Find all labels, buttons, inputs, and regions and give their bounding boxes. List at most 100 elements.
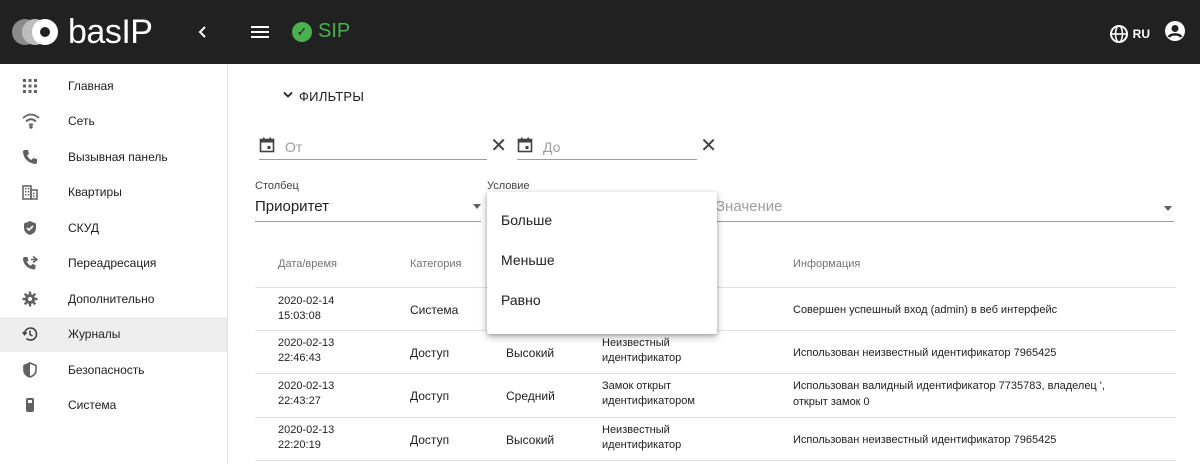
language-code: RU [1132, 26, 1150, 41]
cell-event: Неизвестный [602, 424, 670, 436]
account-button[interactable] [1164, 20, 1186, 47]
account-circle-icon [1165, 21, 1185, 41]
column-header-datetime[interactable]: Дата/время [278, 258, 337, 270]
filters-toggle[interactable]: ФИЛЬТРЫ [283, 89, 364, 104]
sidebar-item-network[interactable]: Сеть [0, 104, 227, 140]
sip-status-label: SIP [318, 20, 351, 42]
top-app-bar: basIP ✓ SIP RU [0, 0, 1200, 64]
cell-priority: Средний [506, 389, 555, 403]
cell-info: Использован неизвестный идентификатор 79… [793, 347, 1057, 359]
condition-option-equal[interactable]: Равно [487, 280, 717, 320]
sidebar-item-apartments[interactable]: Квартиры [0, 175, 227, 211]
sidebar-item-label: Переадресация [68, 256, 157, 271]
building-icon [22, 185, 38, 200]
cell-event: Замок открыт [602, 380, 672, 392]
sidebar-item-additional[interactable]: Дополнительно [0, 281, 227, 317]
column-header-info[interactable]: Информация [793, 258, 860, 270]
value-input[interactable]: Значение [716, 194, 1174, 222]
table-row[interactable]: 2020-02-13 22:46:43 Доступ Высокий Неизв… [255, 331, 1176, 374]
sidebar-item-call-forwarding[interactable]: Переадресация [0, 246, 227, 282]
device-icon [26, 398, 34, 413]
sidebar-item-access-control[interactable]: СКУД [0, 210, 227, 246]
column-select-value: Приоритет [255, 198, 329, 215]
sidebar: Главная Сеть Вызывная панель Квартиры СК… [0, 64, 228, 464]
wifi-icon [22, 113, 40, 129]
cell-info: Использован валидный идентификатор 77357… [793, 380, 1105, 392]
sidebar-item-label: Главная [68, 78, 114, 93]
cell-date: 2020-02-13 [278, 337, 335, 349]
calendar-icon [259, 137, 275, 153]
globe-icon [1109, 24, 1128, 43]
sidebar-item-label: Вызывная панель [68, 149, 168, 164]
clear-date-from-button[interactable]: ✕ [490, 134, 507, 158]
hamburger-menu-button[interactable] [248, 20, 272, 44]
logo-mark-icon [12, 19, 58, 45]
cell-date: 2020-02-14 [278, 295, 335, 307]
call-forward-icon [23, 256, 39, 270]
sip-status: ✓ SIP [292, 20, 350, 43]
sidebar-item-home[interactable]: Главная [0, 68, 227, 104]
cell-category: Доступ [410, 346, 450, 360]
sidebar-item-call-panel[interactable]: Вызывная панель [0, 139, 227, 175]
sidebar-item-label: Квартиры [68, 185, 122, 200]
chevron-down-icon [283, 91, 293, 102]
shield-check-icon [24, 220, 36, 235]
cell-info: Использован неизвестный идентификатор 79… [793, 434, 1057, 446]
date-from-field[interactable]: От ✕ [259, 134, 507, 160]
clear-date-to-button[interactable]: ✕ [700, 134, 717, 158]
condition-dropdown-menu: Больше Меньше Равно [487, 192, 717, 334]
cell-category: Доступ [410, 389, 450, 403]
cell-event: идентификатор [602, 352, 682, 364]
cell-info: открыт замок 0 [793, 396, 870, 408]
cell-time: 22:20:19 [278, 439, 321, 451]
sidebar-item-label: Журналы [68, 327, 121, 342]
sidebar-item-label: Дополнительно [68, 291, 155, 306]
phone-icon [23, 149, 37, 164]
table-row[interactable]: 2020-02-13 22:20:19 Доступ Высокий Неизв… [255, 418, 1176, 461]
condition-select-label: Условие [487, 180, 530, 192]
sidebar-item-label: Сеть [68, 114, 95, 129]
column-header-category[interactable]: Категория [410, 258, 461, 270]
cell-event: Неизвестный [602, 337, 670, 349]
sidebar-item-security[interactable]: Безопасность [0, 352, 227, 388]
cell-time: 15:03:08 [278, 310, 321, 322]
check-circle-icon: ✓ [292, 21, 312, 42]
cell-date: 2020-02-13 [278, 380, 335, 392]
cell-time: 22:43:27 [278, 395, 321, 407]
date-from-placeholder: От [285, 139, 303, 155]
cell-priority: Высокий [506, 346, 555, 360]
dropdown-arrow-icon [473, 204, 481, 209]
sidebar-item-label: Безопасность [68, 362, 145, 377]
sidebar-item-system[interactable]: Система [0, 388, 227, 424]
cell-category: Доступ [410, 433, 450, 447]
grid-icon [23, 78, 37, 93]
date-to-field[interactable]: До ✕ [517, 134, 717, 160]
collapse-sidebar-button[interactable] [191, 20, 215, 44]
cell-priority: Высокий [506, 433, 555, 447]
column-select-label: Столбец [255, 180, 299, 192]
value-input-placeholder: Значение [716, 198, 783, 215]
cell-event: идентификатором [602, 395, 695, 407]
calendar-icon [517, 137, 533, 153]
chevron-left-icon [198, 26, 206, 38]
sidebar-item-label: Система [68, 398, 117, 413]
gear-icon [22, 291, 38, 307]
cell-event: идентификатор [602, 439, 682, 451]
cell-time: 22:46:43 [278, 352, 321, 364]
dropdown-arrow-icon [1164, 206, 1172, 211]
language-selector[interactable]: RU [1109, 24, 1150, 44]
history-icon [22, 327, 38, 342]
filters-toggle-label: ФИЛЬТРЫ [299, 89, 365, 104]
cell-info: Совершен успешный вход (admin) в веб инт… [793, 304, 1058, 316]
date-to-placeholder: До [543, 139, 561, 155]
condition-option-greater[interactable]: Больше [487, 200, 717, 240]
security-icon [23, 361, 37, 378]
cell-date: 2020-02-13 [278, 424, 335, 436]
cell-category: Система [410, 303, 459, 317]
sidebar-item-label: СКУД [68, 220, 100, 235]
condition-option-less[interactable]: Меньше [487, 240, 717, 280]
logo-text: basIP [68, 12, 153, 51]
column-select[interactable]: Приоритет [255, 194, 481, 222]
table-row[interactable]: 2020-02-13 22:43:27 Доступ Средний Замок… [255, 374, 1176, 418]
sidebar-item-logs[interactable]: Журналы [0, 316, 227, 352]
